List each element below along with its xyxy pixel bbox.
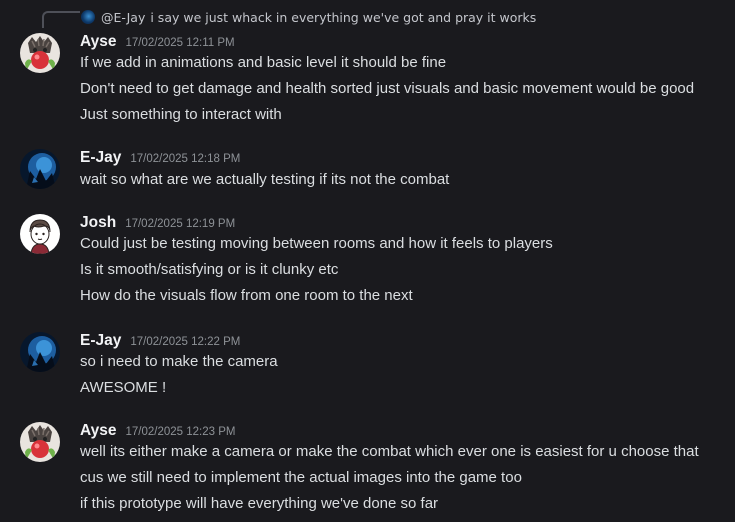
message-text: wait so what are we actually testing if … bbox=[80, 171, 450, 188]
message-text: if this prototype will have everything w… bbox=[80, 495, 439, 512]
reply-connector bbox=[42, 11, 80, 28]
timestamp[interactable]: 17/02/2025 12:11 PM bbox=[125, 37, 234, 49]
message-text: How do the visuals flow from one room to… bbox=[80, 287, 413, 304]
avatar[interactable] bbox=[20, 33, 60, 73]
reply-mention[interactable]: @E-Jay bbox=[101, 10, 145, 25]
reply-preview[interactable]: @E-Jay i say we just whack in everything… bbox=[81, 7, 536, 27]
message-text: AWESOME ! bbox=[80, 379, 167, 396]
timestamp[interactable]: 17/02/2025 12:23 PM bbox=[125, 426, 235, 438]
message-text: If we add in animations and basic level … bbox=[80, 54, 447, 71]
message-text: well its either make a camera or make th… bbox=[80, 443, 699, 460]
ayse-avatar-icon bbox=[20, 33, 60, 73]
avatar[interactable] bbox=[20, 214, 60, 254]
username[interactable]: Ayse bbox=[80, 33, 116, 51]
avatar[interactable] bbox=[20, 149, 60, 189]
message-text: Could just be testing moving between roo… bbox=[80, 235, 553, 252]
message-text: cus we still need to implement the actua… bbox=[80, 469, 522, 486]
message-text: so i need to make the camera bbox=[80, 353, 278, 370]
username[interactable]: Josh bbox=[80, 214, 116, 232]
timestamp[interactable]: 17/02/2025 12:22 PM bbox=[130, 336, 240, 348]
josh-avatar-icon bbox=[20, 214, 60, 254]
avatar[interactable] bbox=[20, 422, 60, 462]
username[interactable]: E-Jay bbox=[80, 149, 121, 167]
timestamp[interactable]: 17/02/2025 12:18 PM bbox=[130, 153, 240, 165]
timestamp[interactable]: 17/02/2025 12:19 PM bbox=[125, 218, 235, 230]
reply-avatar bbox=[81, 10, 95, 24]
message-text: Just something to interact with bbox=[80, 106, 282, 123]
ayse-avatar-icon bbox=[20, 422, 60, 462]
message-text: Is it smooth/satisfying or is it clunky … bbox=[80, 261, 339, 278]
ejay-avatar-icon bbox=[20, 332, 60, 372]
avatar[interactable] bbox=[20, 332, 60, 372]
message-text: Don't need to get damage and health sort… bbox=[80, 80, 695, 97]
username[interactable]: E-Jay bbox=[80, 332, 121, 350]
reply-text: i say we just whack in everything we've … bbox=[150, 9, 537, 25]
ejay-avatar-icon bbox=[20, 149, 60, 189]
username[interactable]: Ayse bbox=[80, 422, 116, 440]
chat-message-list: @E-Jay i say we just whack in everything… bbox=[0, 0, 735, 522]
